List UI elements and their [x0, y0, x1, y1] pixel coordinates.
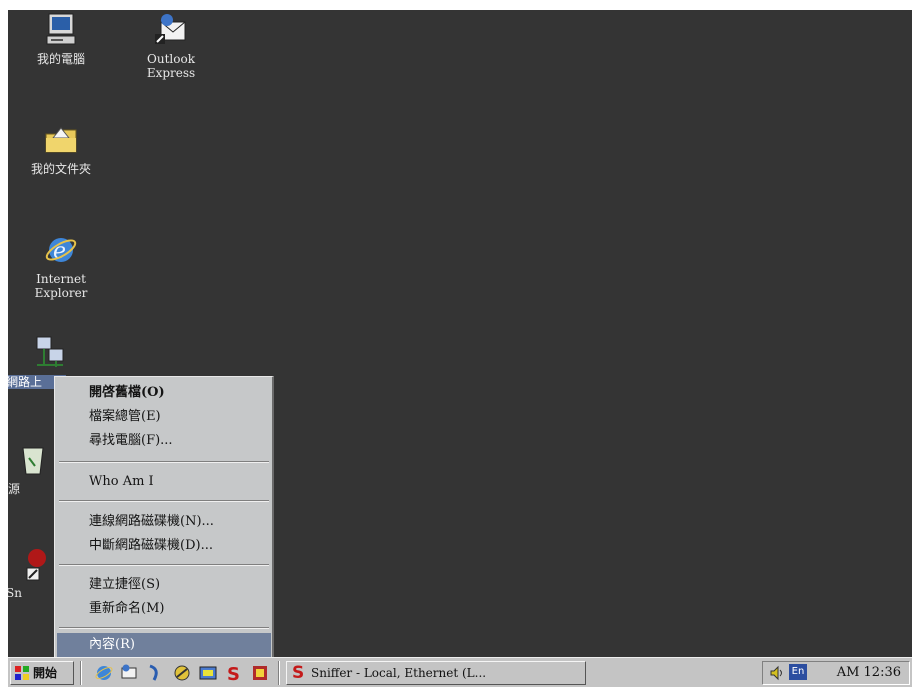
sniffer-icon: S: [292, 663, 305, 683]
desktop-icon-outlook-express[interactable]: Outlook Express: [126, 12, 216, 80]
context-menu: 開啓舊檔(O) 檔案總管(E) 尋找電腦(F)... Who Am I 連線網路…: [54, 376, 274, 659]
start-button[interactable]: 開始: [10, 661, 74, 685]
input-method-indicator[interactable]: En: [789, 664, 807, 680]
menu-item-find-computer[interactable]: 尋找電腦(F)...: [57, 429, 271, 453]
taskbar-window-sniffer[interactable]: S Sniffer - Local, Ethernet (L...: [286, 661, 586, 685]
desktop-icon-my-documents[interactable]: 我的文件夾: [16, 122, 106, 176]
system-tray: En AM 12:36: [762, 661, 910, 685]
menu-item-map-network-drive[interactable]: 連線網路磁碟機(N)...: [57, 510, 271, 534]
recycle-bin-icon: [22, 447, 44, 475]
menu-item-who-am-i[interactable]: Who Am I: [57, 470, 271, 494]
menu-item-explore[interactable]: 檔案總管(E): [57, 405, 271, 429]
sniffer-icon: [26, 549, 46, 581]
channel-quicklaunch-icon[interactable]: [172, 663, 192, 683]
desktop-quicklaunch-icon[interactable]: [146, 663, 166, 683]
menu-separator: [59, 627, 269, 629]
computer-icon: [46, 13, 76, 45]
menu-separator: [59, 500, 269, 502]
desktop-icon-label: 我的文件夾: [30, 162, 91, 176]
folder-icon: [45, 127, 77, 153]
speaker-icon[interactable]: [769, 665, 785, 681]
menu-item-open[interactable]: 開啓舊檔(O): [57, 381, 271, 405]
taskbar: 開始 S S Sniffer - Local, Ethernet (L... E…: [8, 657, 912, 687]
app-quicklaunch-icon[interactable]: [250, 663, 270, 683]
taskbar-separator: [80, 661, 82, 685]
outlook-express-icon: [155, 14, 186, 44]
menu-item-disconnect-network-drive[interactable]: 中斷網路磁碟機(D)...: [57, 534, 271, 558]
desktop-icon-internet-explorer[interactable]: e Internet Explorer: [16, 232, 106, 300]
menu-separator: [59, 564, 269, 566]
windows-logo-icon: [15, 666, 29, 680]
internet-explorer-icon: e: [45, 238, 77, 264]
clock[interactable]: AM 12:36: [837, 662, 901, 684]
menu-separator: [59, 461, 269, 463]
menu-item-rename[interactable]: 重新命名(M): [57, 597, 271, 621]
menu-item-properties[interactable]: 內容(R): [57, 633, 271, 657]
desktop-icon-my-computer[interactable]: 我的電腦: [16, 12, 106, 66]
media-quicklaunch-icon[interactable]: [198, 663, 218, 683]
taskbar-window-label: Sniffer - Local, Ethernet (L...: [311, 666, 487, 680]
outlook-quicklaunch-icon[interactable]: [120, 663, 140, 683]
menu-item-create-shortcut[interactable]: 建立捷徑(S): [57, 573, 271, 597]
taskbar-separator: [278, 661, 280, 685]
start-label: 開始: [33, 666, 58, 680]
desktop-icon-label: 我的電腦: [36, 52, 85, 66]
desktop-icon-label: Internet Explorer: [34, 272, 88, 300]
ie-quicklaunch-icon[interactable]: [94, 663, 114, 683]
sniffer-quicklaunch-icon[interactable]: S: [224, 663, 244, 683]
desktop-icon-label: Outlook Express: [146, 52, 196, 80]
svg-text:S: S: [227, 664, 240, 683]
network-icon: [36, 336, 64, 367]
